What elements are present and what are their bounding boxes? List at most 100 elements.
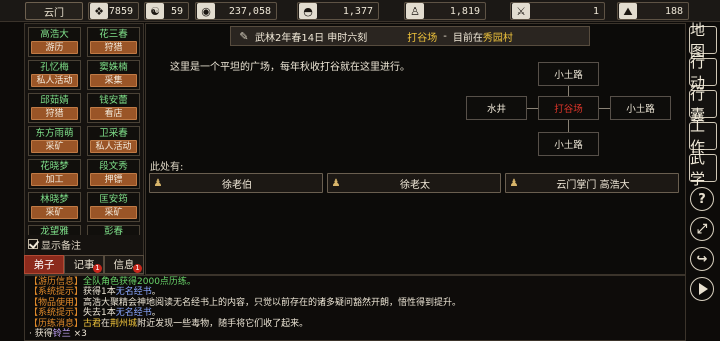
disciple-card[interactable]: 邱茹婧 狩猎 [28,93,81,123]
help-icon[interactable]: ? [690,187,714,211]
show-remark-toggle[interactable]: 显示备注 [28,237,81,252]
current-place: 打谷场 [407,32,438,44]
map-connector [527,108,538,109]
show-remark-label: 显示备注 [41,240,81,252]
sect-name[interactable]: 云门 [25,2,83,20]
log-item-name: 铃兰 [52,328,71,339]
work-menu-button[interactable]: 工作 [689,117,717,156]
log-item-name: 无名经书 [115,287,152,298]
disciple-activity: 狩猎 [90,41,137,54]
log-text: 附近发现一些毒物，随手将它们收了起来。 [137,318,309,329]
stat-food[interactable]: ◓ 1,377 [297,2,379,20]
current-village[interactable]: 秀园村 [483,29,513,44]
log-line: · 获得铃兰 ×3 [29,329,685,339]
disciple-name: 匡安筠 [99,194,128,205]
disciple-name: 邱茹婧 [40,95,69,106]
tab-label: 弟子 [33,259,55,271]
scroll-icon: ✎ [239,29,249,43]
stat-value: 1,377 [342,5,373,17]
stat-money[interactable]: ◉ 237,058 [195,2,277,20]
log-line: 【物品使用】高浩大聚精会神地阅读无名经书上的内容，只觉以前存在的诸多疑问豁然开朗… [29,298,685,308]
message-log[interactable]: 【游历信息】全队角色获得2000点历练。 【系统提示】获得1本无名经书。 【物品… [24,275,686,341]
disciple-card[interactable]: 彭春 [87,225,140,235]
bag-menu-button[interactable]: 行囊 [689,85,717,124]
tab-events[interactable]: 记事 1 [64,255,104,274]
log-person-name: 古君 [83,318,102,329]
log-text: 获得1本 [83,287,116,298]
disciple-activity: 私人活动 [90,140,137,153]
stat-weapon[interactable]: ⚔ 1 [510,2,605,20]
action-menu-button[interactable]: 行动 [689,53,717,92]
log-text: ×3 [70,328,87,339]
disciple-activity: 狩猎 [31,107,78,120]
disciple-name: 段文秀 [99,161,128,172]
disciple-card[interactable]: 东方雨萌 采矿 [28,126,81,156]
disciple-card[interactable]: 高浩大 游历 [28,27,81,57]
sword-icon: ⚔ [512,3,530,19]
stat-yin-yang[interactable]: ☯ 59 [144,2,189,20]
npc-here[interactable]: ♟ 徐老太 [327,173,501,193]
disciple-activity: 押镖 [90,173,137,186]
log-text: · 获得 [29,328,53,339]
disciple-card[interactable]: 花三春 狩猎 [87,27,140,57]
stat-value: 188 [664,5,683,17]
disciple-name: 彭春 [103,226,123,235]
map-connector [568,120,569,132]
tab-disciples[interactable]: 弟子 [24,255,64,274]
log-tag: 【历练消息】 [29,318,84,329]
tab-messages[interactable]: 信息 1 [104,255,144,274]
person-icon: ♟ [509,177,519,189]
stat-value: 237,058 [228,5,271,17]
top-status-bar: 云门 ❖ 7859 ☯ 59 ◉ 237,058 ◓ 1,377 ♙ 1,819… [0,0,720,22]
map-exit-west[interactable]: 水井 [466,96,527,120]
disciple-name: 东方雨萌 [35,128,74,139]
stat-meditation[interactable]: ♙ 1,819 [404,2,486,20]
person-icon: ♟ [331,177,341,189]
disciple-card[interactable]: 龙望雅 [28,225,81,235]
stat-mountain[interactable]: ⛰ 188 [617,2,689,20]
npc-here[interactable]: ♟ 徐老伯 [149,173,323,193]
log-text: 失去1本 [83,308,116,319]
disciple-activity: 私人活动 [31,74,78,87]
npc-here[interactable]: ♟ 云门掌门 高浩大 [505,173,679,193]
map-connector [599,108,610,109]
disciple-card[interactable]: 匡安筠 采矿 [87,192,140,222]
disciple-activity: 采矿 [31,140,78,153]
disciple-activity: 采矿 [31,206,78,219]
map-exit-south[interactable]: 小土路 [538,132,599,156]
log-tag: 【系统提示】 [29,287,84,298]
log-text: 在 [101,318,111,329]
disciple-card[interactable]: 林晓梦 采矿 [28,192,81,222]
separator: - [443,30,447,42]
disciple-activity: 加工 [31,173,78,186]
log-text: 。 [151,287,161,298]
mountain-icon: ⛰ [619,3,637,19]
map-menu-button[interactable]: 地图 [689,21,717,60]
log-text: 。 [151,308,161,319]
expand-icon[interactable]: ⤢ [690,217,714,241]
log-line: 【系统提示】获得1本无名经书。 [29,287,685,297]
map-exit-east[interactable]: 小土路 [610,96,671,120]
disciple-card[interactable]: 窦姝楠 采集 [87,60,140,90]
play-icon[interactable] [690,277,714,301]
person-icon: ♟ [153,177,163,189]
disciple-card[interactable]: 孔忆梅 私人活动 [28,60,81,90]
martial-arts-menu-button[interactable]: 武学 [689,149,717,188]
disciple-card[interactable]: 段文秀 押镖 [87,159,140,189]
disciple-card[interactable]: 花晓梦 加工 [28,159,81,189]
tab-label: 记事 [73,259,95,271]
npc-here-name: 徐老太 [400,179,430,191]
disciple-card[interactable]: 卫采春 私人活动 [87,126,140,156]
disciple-card[interactable]: 钱安蕾 看店 [87,93,140,123]
checkbox-checked-icon[interactable] [28,239,38,249]
map-exit-north[interactable]: 小土路 [538,62,599,86]
log-item-name: 无名经书 [115,308,152,319]
map-current-location[interactable]: 打谷场 [538,96,599,120]
game-date: 武林2年春14日 申时六刻 [255,32,368,44]
disciple-name: 花晓梦 [40,161,69,172]
tab-label: 信息 [113,259,135,271]
bottom-tabs: 弟子 记事 1 信息 1 [24,255,144,274]
stat-bag[interactable]: ❖ 7859 [88,2,139,20]
exit-icon[interactable]: ↪ [690,247,714,271]
bag-icon: ❖ [90,3,108,19]
